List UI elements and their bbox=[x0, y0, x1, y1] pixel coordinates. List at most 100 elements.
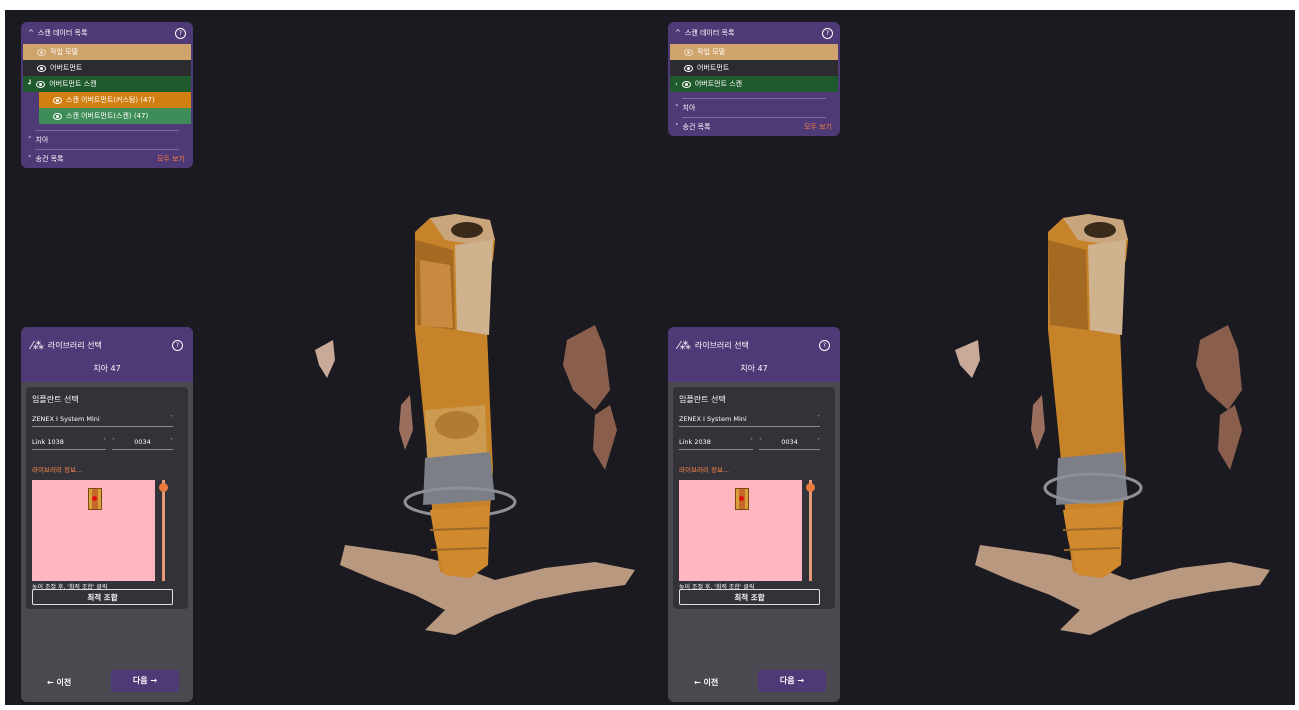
library-panel: ⁄⁂ 라이브러리 선택 ? 치아 47 임플란트 선택 ZENEX I Syste… bbox=[668, 327, 840, 702]
magic-wand-icon: ⁄⁂ bbox=[31, 339, 44, 352]
tooth-label: 치아 47 bbox=[93, 364, 121, 373]
chevron-down-icon: ˅ bbox=[28, 155, 32, 163]
scan-data-panel: ^ 스캔 데이터 목록 ? 작업 모델 어버트먼트 ┛ 어버트먼트 스캔 스캔 어버… bbox=[21, 22, 193, 168]
prev-button[interactable]: ← 이전 bbox=[694, 677, 718, 688]
eye-icon[interactable] bbox=[53, 96, 62, 104]
collapse-icon[interactable]: ┛ bbox=[28, 80, 32, 88]
chevron-down-icon: ˅ bbox=[170, 415, 173, 422]
condition-section[interactable]: ˅ 송건 목록 모두 보기 bbox=[21, 150, 193, 168]
link-select[interactable]: Link 1038 ˅ bbox=[32, 434, 106, 450]
help-icon[interactable]: ? bbox=[819, 340, 830, 351]
show-all-link[interactable]: 모두 보기 bbox=[804, 122, 832, 132]
abutment-item[interactable]: 어버트먼트 bbox=[23, 60, 191, 76]
chevron-down-icon: ˅ bbox=[816, 438, 820, 445]
optimal-combination-button[interactable]: 최적 조합 bbox=[679, 589, 820, 605]
chevron-down-icon: ˅ bbox=[28, 136, 32, 144]
help-icon[interactable]: ? bbox=[822, 27, 833, 39]
tooth-section[interactable]: ˅ 치아 bbox=[21, 131, 193, 149]
abutment-scan-item[interactable]: › 어버트먼트 스캔 bbox=[670, 76, 838, 92]
work-model-item[interactable]: 작업 모델 bbox=[23, 44, 191, 60]
scan-abutment-custom-item[interactable]: 스캔 어버트먼트(커스텀) (47) bbox=[39, 92, 191, 108]
eye-icon[interactable] bbox=[36, 80, 46, 88]
select-value: ZENEX I System Mini bbox=[32, 414, 100, 423]
arrow-left-icon: ← bbox=[694, 678, 704, 687]
scan-data-panel: ^ 스캔 데이터 목록 ? 작업 모델 어버트먼트 › 어버트먼트 스캔 ˅ 치아 ˅… bbox=[668, 22, 840, 136]
item-label: 작업 모델 bbox=[50, 48, 78, 56]
library-title: 라이브러리 선택 bbox=[47, 341, 102, 350]
slider-handle[interactable] bbox=[806, 483, 815, 492]
system-select[interactable]: ZENEX I System Mini ˅ bbox=[679, 411, 820, 427]
implant-thumbnail bbox=[88, 488, 102, 510]
scan-data-header[interactable]: ^ 스캔 데이터 목록 ? bbox=[21, 22, 193, 44]
chevron-right-icon[interactable]: › bbox=[675, 80, 678, 88]
library-info-link[interactable]: 라이브러리 정보... bbox=[679, 464, 729, 474]
eye-hidden-icon[interactable] bbox=[684, 48, 693, 56]
implant-preview bbox=[679, 480, 802, 581]
arrow-left-icon: ← bbox=[47, 678, 57, 687]
scan-data-header[interactable]: ^ 스캔 데이터 목록 ? bbox=[668, 22, 840, 44]
eye-icon[interactable] bbox=[37, 64, 46, 72]
work-model-item[interactable]: 작업 모델 bbox=[670, 44, 838, 60]
abutment-3d-model[interactable] bbox=[305, 200, 650, 640]
abutment-scan-item[interactable]: ┛ 어버트먼트 스캔 bbox=[23, 76, 191, 92]
optimal-combination-button[interactable]: 최적 조합 bbox=[32, 589, 173, 605]
prev-button[interactable]: ← 이전 bbox=[47, 677, 71, 688]
abutment-item[interactable]: 어버트먼트 bbox=[670, 60, 838, 76]
slider-handle[interactable] bbox=[159, 483, 168, 492]
select-value: Link 1038 bbox=[32, 437, 64, 446]
implant-thumbnail bbox=[735, 488, 749, 510]
scan-abutment-scan-item[interactable]: 스캔 어버트먼트(스캔) (47) bbox=[39, 108, 191, 124]
item-label: 어버트먼트 bbox=[697, 64, 730, 72]
item-label: 작업 모델 bbox=[697, 48, 725, 56]
size-select[interactable]: ˅ 0034 ˅ bbox=[112, 434, 173, 450]
eye-icon[interactable] bbox=[681, 80, 691, 88]
condition-section[interactable]: ˅ 송건 목록 모두 보기 bbox=[668, 118, 840, 136]
next-button[interactable]: 다음 → bbox=[758, 670, 826, 692]
show-all-link[interactable]: 모두 보기 bbox=[157, 154, 185, 164]
section-label: 송건 목록 bbox=[35, 155, 64, 163]
section-label: 치아 bbox=[682, 104, 696, 112]
arrow-right-icon: → bbox=[147, 676, 158, 685]
height-slider[interactable] bbox=[159, 480, 168, 581]
select-value: ZENEX I System Mini bbox=[679, 414, 747, 423]
chevron-up-icon[interactable]: ^ bbox=[675, 29, 681, 37]
chevron-up-icon[interactable]: ^ bbox=[28, 29, 34, 37]
right-view: ^ 스캔 데이터 목록 ? 작업 모델 어버트먼트 › 어버트먼트 스캔 ˅ 치아 ˅… bbox=[650, 10, 1295, 705]
item-label: 스캔 어버트먼트(커스텀) (47) bbox=[66, 96, 155, 104]
select-value: 0034 bbox=[134, 437, 151, 446]
link-select[interactable]: Link 2038 ˅ bbox=[679, 434, 753, 450]
next-label: 다음 bbox=[132, 676, 148, 685]
chevron-down-icon: ˅ bbox=[750, 438, 753, 445]
help-icon[interactable]: ? bbox=[175, 27, 186, 39]
library-title: 라이브러리 선택 bbox=[694, 341, 749, 350]
library-panel: ⁄⁂ 라이브러리 선택 ? 치아 47 임플란트 선택 ZENEX I Syste… bbox=[21, 327, 193, 702]
chevron-down-icon: ˅ bbox=[675, 104, 679, 112]
library-info-link[interactable]: 라이브러리 정보... bbox=[32, 464, 82, 474]
chevron-down-icon: ˅ bbox=[759, 438, 762, 445]
select-value: Link 2038 bbox=[679, 437, 711, 446]
help-icon[interactable]: ? bbox=[172, 340, 183, 351]
eye-hidden-icon[interactable] bbox=[37, 48, 46, 56]
tooth-section[interactable]: ˅ 치아 bbox=[668, 99, 840, 117]
section-label: 송건 목록 bbox=[682, 123, 711, 131]
abutment-3d-model[interactable] bbox=[950, 200, 1295, 640]
implant-select-title: 임플란트 선택 bbox=[32, 395, 79, 404]
prev-label: 이전 bbox=[703, 678, 719, 687]
chevron-down-icon: ˅ bbox=[675, 123, 679, 131]
implant-select-box: 임플란트 선택 ZENEX I System Mini ˅ Link 2038 ˅ … bbox=[673, 387, 835, 609]
size-select[interactable]: ˅ 0034 ˅ bbox=[759, 434, 820, 450]
height-slider[interactable] bbox=[806, 480, 815, 581]
item-label: 스캔 어버트먼트(스캔) (47) bbox=[66, 112, 149, 120]
item-label: 어버트먼트 스캔 bbox=[49, 80, 97, 88]
tooth-label: 치아 47 bbox=[740, 364, 768, 373]
3d-viewport[interactable]: ^ 스캔 데이터 목록 ? 작업 모델 어버트먼트 ┛ 어버트먼트 스캔 스캔 어버… bbox=[5, 10, 1295, 705]
implant-select-title: 임플란트 선택 bbox=[679, 395, 726, 404]
system-select[interactable]: ZENEX I System Mini ˅ bbox=[32, 411, 173, 427]
chevron-down-icon: ˅ bbox=[103, 438, 106, 445]
eye-icon[interactable] bbox=[684, 64, 693, 72]
next-button[interactable]: 다음 → bbox=[111, 670, 179, 692]
select-value: 0034 bbox=[781, 437, 798, 446]
eye-icon[interactable] bbox=[53, 112, 62, 120]
arrow-right-icon: → bbox=[794, 676, 805, 685]
chevron-down-icon: ˅ bbox=[169, 438, 173, 445]
